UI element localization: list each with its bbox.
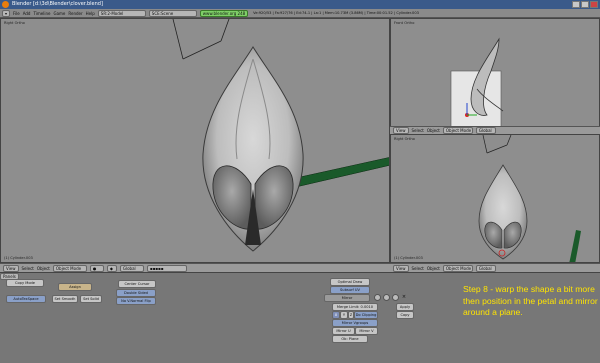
mirror-v-toggle[interactable]: Mirror V bbox=[355, 327, 378, 335]
select-menu[interactable]: Select bbox=[22, 266, 34, 271]
object-menu[interactable]: Object bbox=[37, 266, 50, 271]
axis-y-toggle[interactable]: Y bbox=[340, 311, 348, 319]
blender-app-icon bbox=[2, 1, 9, 8]
transform-orientation[interactable]: Global bbox=[475, 127, 496, 134]
modifier-visibility-icons[interactable]: × bbox=[374, 294, 407, 301]
close-button[interactable] bbox=[590, 1, 598, 8]
apply-modifier-button[interactable]: Apply bbox=[396, 303, 414, 311]
double-sided-button[interactable]: Double Sided bbox=[116, 289, 156, 297]
mirror-u-toggle[interactable]: Mirror U bbox=[332, 327, 355, 335]
mirror-object-field[interactable]: Ob: Plane bbox=[332, 335, 368, 343]
scene-selector[interactable]: SCE:Scene bbox=[148, 9, 197, 17]
minimize-button[interactable] bbox=[572, 1, 580, 8]
autotexspace-button[interactable]: AutoTexSpace bbox=[6, 295, 46, 303]
mirror-vgroups-toggle[interactable]: Mirror Vgroups bbox=[332, 319, 378, 327]
main-menu-bar: ▾ File Add Timeline Game Render Help SR:… bbox=[0, 9, 600, 18]
menu-game[interactable]: Game bbox=[53, 11, 65, 16]
set-smooth-button[interactable]: Set Smooth bbox=[52, 295, 78, 303]
window-title: Blender [d:\3d\Blender\clover.blend] bbox=[12, 1, 103, 7]
front-viewport-header: View Select Object Object Mode Global bbox=[390, 126, 600, 134]
render-toggle-icon[interactable] bbox=[374, 294, 381, 301]
right-ortho-viewport[interactable]: Right Ortho (1) Cylinder.003 bbox=[390, 134, 600, 263]
merge-limit-field[interactable]: Merge Limit: 0.0010 bbox=[332, 303, 378, 311]
stem-shape bbox=[290, 157, 389, 188]
front-viewport-scene bbox=[450, 37, 504, 130]
main-3d-viewport[interactable]: Right Ortho (1) Cylinder.003 bbox=[0, 18, 390, 263]
editmode-toggle-icon[interactable] bbox=[392, 294, 399, 301]
menu-render[interactable]: Render bbox=[68, 11, 82, 16]
select-menu[interactable]: Select bbox=[412, 266, 424, 271]
delete-modifier-icon[interactable]: × bbox=[401, 294, 407, 301]
object-menu[interactable]: Object bbox=[427, 266, 440, 271]
view-menu[interactable]: View bbox=[393, 264, 409, 272]
view-menu[interactable]: View bbox=[393, 127, 409, 134]
main-viewport-scene bbox=[172, 19, 389, 252]
copy-modifier-button[interactable]: Copy bbox=[396, 311, 414, 319]
window-titlebar: Blender [d:\3d\Blender\clover.blend] bbox=[0, 0, 600, 9]
assign-button[interactable]: Assign bbox=[58, 283, 92, 291]
right-viewport-header: View Select Object Object Mode Global bbox=[390, 263, 600, 272]
window-controls bbox=[572, 1, 598, 8]
copy-mode-button[interactable]: Copy Mode bbox=[6, 279, 44, 287]
viewport-object-label: (1) Cylinder.003 bbox=[394, 256, 423, 260]
maximize-button[interactable] bbox=[581, 1, 589, 8]
object-menu[interactable]: Object bbox=[427, 128, 440, 133]
set-solid-button[interactable]: Set Solid bbox=[80, 295, 102, 303]
pivot-selector[interactable]: ◆ bbox=[106, 264, 117, 272]
mode-selector[interactable]: Object Mode bbox=[442, 127, 473, 134]
scene-stats: Ve:920/53 | Fa:927/76 | Ed:74-1 | La:1 |… bbox=[253, 11, 419, 15]
do-clipping-toggle[interactable]: Do Clipping bbox=[354, 311, 378, 319]
blender-site-badge: www.blender.org 248 bbox=[199, 9, 249, 17]
editor-type-icon[interactable]: ▾ bbox=[2, 9, 11, 17]
layer-buttons[interactable]: ▪▪▪▪▪ bbox=[146, 264, 187, 272]
screen-selector[interactable]: SR:2-Model bbox=[97, 9, 146, 17]
transform-orientation[interactable]: Global bbox=[475, 264, 496, 272]
menu-timeline[interactable]: Timeline bbox=[33, 11, 50, 16]
main-viewport-header: View Select Object Object Mode ● ◆ Globa… bbox=[0, 263, 390, 272]
draw-type-selector[interactable]: ● bbox=[89, 264, 104, 272]
mirror-modifier-selector[interactable]: Mirror bbox=[324, 294, 370, 302]
mode-selector[interactable]: Object Mode bbox=[52, 264, 87, 272]
stem-shape bbox=[569, 230, 581, 262]
menu-file[interactable]: File bbox=[13, 11, 20, 16]
front-ortho-viewport[interactable]: Front Ortho (1) Cylinder.003 bbox=[390, 18, 600, 134]
optimal-draw-button[interactable]: Optimal Draw bbox=[330, 278, 370, 286]
camera-wire bbox=[172, 19, 230, 60]
tutorial-caption: Step 8 - warp the shape a bit more then … bbox=[463, 284, 598, 317]
view-menu[interactable]: View bbox=[3, 264, 19, 272]
axis-x-toggle[interactable]: X bbox=[332, 311, 340, 319]
transform-orientation[interactable]: Global bbox=[119, 264, 144, 272]
menu-help[interactable]: Help bbox=[86, 11, 95, 16]
right-viewport-scene bbox=[478, 135, 581, 262]
menu-add[interactable]: Add bbox=[23, 11, 31, 16]
no-v-normal-flip-button[interactable]: No V.Normal Flip bbox=[116, 297, 156, 305]
mode-selector[interactable]: Object Mode bbox=[442, 264, 473, 272]
select-menu[interactable]: Select bbox=[412, 128, 424, 133]
petal-shape bbox=[478, 164, 528, 260]
viewport-object-label: (1) Cylinder.003 bbox=[4, 256, 33, 260]
display-toggle-icon[interactable] bbox=[383, 294, 390, 301]
center-cursor-button[interactable]: Center Cursor bbox=[118, 280, 156, 288]
